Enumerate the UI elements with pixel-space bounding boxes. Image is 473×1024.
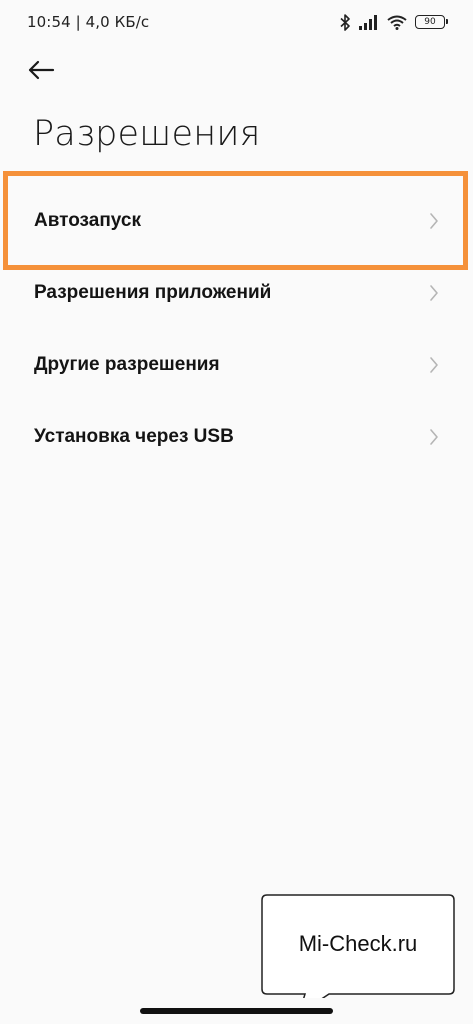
chevron-right-icon <box>430 285 438 301</box>
menu-item-label: Установка через USB <box>34 426 234 447</box>
menu-item-other-permissions[interactable]: Другие разрешения <box>0 329 473 401</box>
back-button[interactable] <box>27 54 67 86</box>
page-title: Разрешения <box>33 114 261 154</box>
permissions-menu: Автозапуск Разрешения приложений Другие … <box>0 185 473 473</box>
menu-item-autostart[interactable]: Автозапуск <box>0 185 473 257</box>
status-bar: 10:54 | 4,0 КБ/с 90 <box>0 0 473 44</box>
watermark-text: Mi-Check.ru <box>298 931 418 956</box>
battery-icon: 90 <box>415 15 448 29</box>
menu-item-app-permissions[interactable]: Разрешения приложений <box>0 257 473 329</box>
chevron-right-icon <box>430 357 438 373</box>
chevron-right-icon <box>430 213 438 229</box>
menu-item-label: Разрешения приложений <box>34 282 272 303</box>
wifi-icon <box>387 15 407 30</box>
bluetooth-icon <box>340 13 350 31</box>
menu-item-usb-install[interactable]: Установка через USB <box>0 401 473 473</box>
battery-level: 90 <box>424 17 436 27</box>
signal-icon <box>359 14 377 30</box>
chevron-right-icon <box>430 429 438 445</box>
watermark: Mi-Check.ru <box>261 894 455 998</box>
home-indicator[interactable] <box>140 1008 333 1014</box>
menu-item-label: Автозапуск <box>34 210 141 231</box>
status-time-speed: 10:54 | 4,0 КБ/с <box>27 13 150 31</box>
arrow-left-icon <box>28 60 55 80</box>
menu-item-label: Другие разрешения <box>34 354 220 375</box>
status-icons: 90 <box>340 12 448 32</box>
